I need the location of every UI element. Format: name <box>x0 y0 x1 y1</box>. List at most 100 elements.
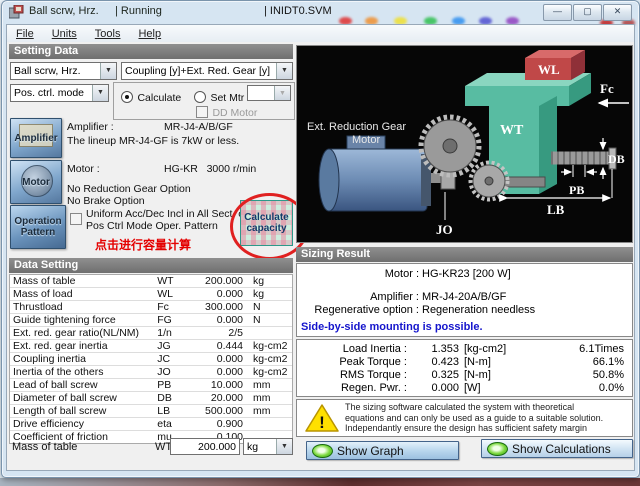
screen: Ball scrw, Hrz. | Running | INIDT0.SVM —… <box>0 0 640 486</box>
uniform-accdec-label-line1: Uniform Acc/Dec Incl in All Sect. of <box>86 208 247 220</box>
metric-value: 1.353 <box>407 343 459 356</box>
param-value: 0.900 <box>188 418 243 430</box>
metric-ratio: 50.8% <box>534 369 632 382</box>
param-symbol: LB <box>157 405 188 417</box>
title-bar[interactable]: Ball scrw, Hrz. | Running | INIDT0.SVM —… <box>2 1 639 24</box>
metric-row: Regen. Pwr. : 0.000 [W] 0.0% <box>297 382 632 395</box>
amplifier-button[interactable]: Amplifier <box>10 118 62 158</box>
param-label: Mass of table <box>10 275 157 287</box>
param-value: 0.444 <box>188 340 243 352</box>
table-row[interactable]: Guide tightening force FG 0.000 N <box>10 314 292 327</box>
checkbox-icon <box>70 213 82 225</box>
pb-label: PB <box>569 183 584 197</box>
motor-value: HG-KR 3000 r/min <box>164 163 256 175</box>
dd-motor-label: DD Motor <box>212 107 257 119</box>
amplifier-button-label: Amplifier <box>14 133 57 144</box>
table-row[interactable]: Inertia of the others JO 0.000 kg-cm2 <box>10 366 292 379</box>
chevron-down-icon: ▼ <box>100 63 116 79</box>
radio-icon <box>194 91 206 103</box>
calculate-capacity-button[interactable]: Calculate capacity <box>240 200 293 246</box>
window-status: | Running <box>115 5 162 17</box>
edit-unit-dropdown[interactable]: kg ▼ <box>243 438 293 455</box>
metric-label: Load Inertia : <box>297 343 407 356</box>
dd-motor-checkbox[interactable]: DD Motor <box>196 103 257 121</box>
param-label: Mass of load <box>10 288 157 300</box>
param-label: Length of ball screw <box>10 405 157 417</box>
wt-label: WT <box>500 123 524 138</box>
ball-screw-diagram: WL WT <box>297 46 632 242</box>
param-value: 300.000 <box>188 301 243 313</box>
motor-model-dropdown[interactable]: ▼ <box>247 85 291 101</box>
param-unit: N <box>243 301 292 313</box>
table-row[interactable]: Ext. red. gear ratio(NL/NM) 1/n 2/5 <box>10 327 292 340</box>
menu-item[interactable]: Units <box>43 28 86 40</box>
param-label: Diameter of ball screw <box>10 392 157 404</box>
param-symbol: WL <box>157 288 188 300</box>
metric-unit: [W] <box>459 382 534 395</box>
table-row[interactable]: Thrustload Fc 300.000 N <box>10 301 292 314</box>
capacity-hint-text: 点击进行容量计算 <box>95 236 191 253</box>
param-value: 10.000 <box>188 379 243 391</box>
table-row[interactable]: Drive efficiency eta 0.900 <box>10 418 292 431</box>
param-label: Guide tightening force <box>10 314 157 326</box>
window-control-button[interactable]: ▢ <box>573 4 602 21</box>
metric-row: Peak Torque : 0.423 [N-m] 66.1% <box>297 356 632 369</box>
result-motor-label: Motor : <box>297 268 419 281</box>
motor-button[interactable]: Motor <box>10 160 62 204</box>
table-row[interactable]: Ext. red. gear inertia JG 0.444 kg-cm2 <box>10 340 292 353</box>
window-control-button[interactable]: ✕ <box>603 4 632 21</box>
param-unit: kg-cm2 <box>243 366 292 378</box>
desktop-edge <box>0 478 640 486</box>
show-graph-button[interactable]: Show Graph <box>306 441 459 460</box>
motor-note-brake: No Brake Option <box>67 195 145 207</box>
table-row[interactable]: Mass of table WT 200.000 kg <box>10 275 292 288</box>
table-row[interactable]: Length of ball screw LB 500.000 mm <box>10 405 292 418</box>
menu-item[interactable]: File <box>7 28 43 40</box>
param-symbol: WT <box>157 275 188 287</box>
param-symbol: eta <box>157 418 188 430</box>
table-row[interactable]: Coupling inertia JC 0.000 kg-cm2 <box>10 353 292 366</box>
param-symbol: JC <box>157 353 188 365</box>
metric-ratio: 6.1Times <box>534 343 632 356</box>
menu-item[interactable]: Help <box>129 28 170 40</box>
control-mode-dropdown[interactable]: Pos. ctrl. mode ▼ <box>10 84 109 102</box>
show-calculations-button[interactable]: Show Calculations <box>481 439 633 458</box>
fc-label: Fc <box>600 81 614 96</box>
table-row[interactable]: Mass of load WL 0.000 kg <box>10 288 292 301</box>
app-window: Ball scrw, Hrz. | Running | INIDT0.SVM —… <box>1 0 640 478</box>
sizing-metrics-box: Load Inertia : 1.353 [kg-cm2] 6.1Times P… <box>296 339 633 397</box>
param-label: Ext. red. gear inertia <box>10 340 157 352</box>
motor-button-label: Motor <box>22 177 50 188</box>
warning-text-line2: equations and can only be used as a guid… <box>345 413 603 424</box>
calculate-radio[interactable]: Calculate <box>121 88 181 106</box>
calculate-radio-label: Calculate <box>137 92 181 104</box>
uniform-accdec-checkbox[interactable] <box>70 210 82 228</box>
menu-item[interactable]: Tools <box>86 28 130 40</box>
param-value: 0.000 <box>188 366 243 378</box>
table-row[interactable]: Diameter of ball screw DB 20.000 mm <box>10 392 292 405</box>
data-setting-table: Mass of table WT 200.000 kg Mass of load… <box>9 274 293 444</box>
param-symbol: Fc <box>157 301 188 313</box>
chevron-down-icon: ▼ <box>92 85 108 101</box>
window-control-button[interactable]: — <box>543 4 572 21</box>
eye-icon <box>487 442 508 456</box>
sizing-result-header: Sizing Result <box>296 247 633 262</box>
warning-text-line1: The sizing software calculated the syste… <box>345 402 603 413</box>
table-row[interactable]: Lead of ball screw PB 10.000 mm <box>10 379 292 392</box>
edit-value-input[interactable] <box>170 438 240 455</box>
coupling-dropdown[interactable]: Coupling [y]+Ext. Red. Gear [y] ▼ <box>121 62 293 80</box>
result-motor-value: HG-KR23 [200 W] <box>419 268 511 281</box>
operation-pattern-button[interactable]: Operation Pattern <box>10 205 66 249</box>
checkbox-icon <box>196 106 208 118</box>
result-regen-value: Regeneration needless <box>419 304 535 317</box>
metric-label: Regen. Pwr. : <box>297 382 407 395</box>
metric-unit: [N-m] <box>459 369 534 382</box>
mechanism-dropdown[interactable]: Ball scrw, Hrz. ▼ <box>10 62 117 80</box>
param-label: Inertia of the others <box>10 366 157 378</box>
chevron-down-icon: ▼ <box>276 63 292 79</box>
setting-data-header: Setting Data <box>9 44 293 59</box>
ext-reduction-gear-label: Ext. Reduction Gear <box>307 121 406 133</box>
param-value: 500.000 <box>188 405 243 417</box>
result-regen-label: Regenerative option : <box>297 304 419 317</box>
param-symbol: JO <box>157 366 188 378</box>
